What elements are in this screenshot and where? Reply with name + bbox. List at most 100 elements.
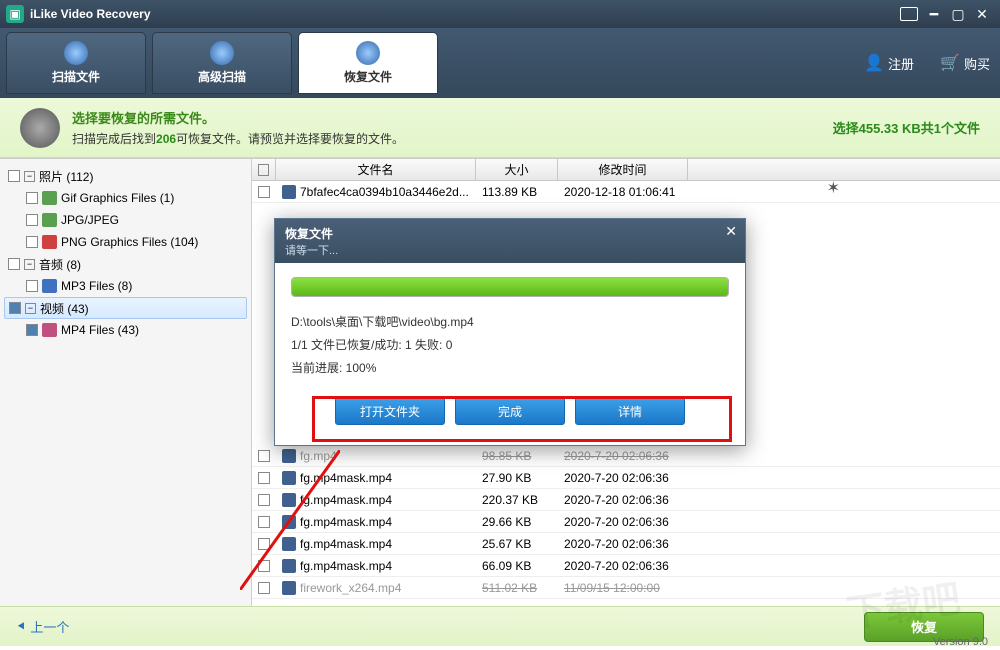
- table-row[interactable]: fg.mp498.85 KB2020-7-20 02:06:36: [252, 445, 1000, 467]
- file-icon: [282, 559, 296, 573]
- checkbox[interactable]: [8, 258, 20, 270]
- file-icon: [282, 185, 296, 199]
- recovery-progress-text: 当前进展: 100%: [291, 357, 729, 380]
- table-row[interactable]: fg.mp4mask.mp4 220.37 KB2020-7-20 02:06:3…: [252, 489, 1000, 511]
- dialog-subtitle: 请等一下...: [285, 242, 735, 258]
- checkbox[interactable]: [26, 192, 38, 204]
- info-heading: 选择要恢复的所需文件。: [72, 108, 404, 127]
- file-size: 511.02 KB: [476, 581, 558, 595]
- file-name: 7bfafec4ca0394b10a3446e2d...: [300, 185, 469, 199]
- tree-gif[interactable]: Gif Graphics Files (1): [4, 187, 247, 209]
- tree-png[interactable]: PNG Graphics Files (104): [4, 231, 247, 253]
- tab-scan-label: 扫描文件: [52, 68, 100, 85]
- file-date: 2020-7-20 02:06:36: [558, 559, 688, 573]
- checkbox[interactable]: [26, 280, 38, 292]
- tab-restore-label: 恢复文件: [344, 68, 392, 85]
- info-subtext: 扫描完成后找到206可恢复文件。请预览并选择要恢复的文件。: [72, 130, 404, 147]
- file-icon: [282, 449, 296, 463]
- tab-restore[interactable]: 恢复文件: [298, 32, 438, 94]
- collapse-icon[interactable]: −: [25, 303, 36, 314]
- table-row[interactable]: fg.mp4mask.mp4 27.90 KB2020-7-20 02:06:36: [252, 467, 1000, 489]
- checkbox[interactable]: [9, 302, 21, 314]
- file-size: 220.37 KB: [476, 493, 558, 507]
- loading-spinner-icon: ✶: [827, 178, 840, 198]
- app-title: iLike Video Recovery: [30, 7, 900, 21]
- checkbox[interactable]: [26, 214, 38, 226]
- table-row[interactable]: fg.mp4mask.mp425.67 KB2020-7-20 02:06:36: [252, 533, 1000, 555]
- file-icon: [282, 493, 296, 507]
- file-name: fg.mp4mask.mp4: [300, 493, 392, 507]
- col-size[interactable]: 大小: [476, 159, 558, 180]
- tree-mp4[interactable]: MP4 Files (43): [4, 319, 247, 341]
- tree-audio[interactable]: −音频 (8): [4, 253, 247, 275]
- file-date: 2020-7-20 02:06:36: [558, 449, 688, 463]
- tab-adv-label: 高级扫描: [198, 68, 246, 85]
- col-date[interactable]: 修改时间: [558, 159, 688, 180]
- collapse-icon[interactable]: −: [24, 259, 35, 270]
- file-date: 2020-12-18 01:06:41: [558, 185, 688, 199]
- file-date: 2020-7-20 02:06:36: [558, 493, 688, 507]
- file-name: fg.mp4mask.mp4: [300, 515, 392, 529]
- user-plus-icon: 👤: [864, 53, 884, 73]
- cart-icon: 🛒: [940, 53, 960, 73]
- file-name: firework_x264.mp4: [300, 581, 401, 595]
- menu-icon[interactable]: [900, 7, 918, 21]
- buy-link[interactable]: 🛒购买: [940, 53, 990, 73]
- collapse-icon[interactable]: −: [24, 171, 35, 182]
- checkbox[interactable]: [26, 324, 38, 336]
- row-checkbox[interactable]: [258, 538, 270, 550]
- row-checkbox[interactable]: [258, 516, 270, 528]
- table-row[interactable]: fg.mp4mask.mp466.09 KB2020-7-20 02:06:36: [252, 555, 1000, 577]
- file-icon: [282, 581, 296, 595]
- file-list-header: 文件名 大小 修改时间: [252, 159, 1000, 181]
- file-type-icon: [42, 235, 57, 249]
- tree-mp3[interactable]: MP3 Files (8): [4, 275, 247, 297]
- row-checkbox[interactable]: [258, 494, 270, 506]
- previous-button[interactable]: ⯇上一个: [16, 617, 69, 636]
- done-button[interactable]: 完成: [455, 397, 565, 425]
- tab-scan[interactable]: 扫描文件: [6, 32, 146, 94]
- file-type-icon: [42, 279, 57, 293]
- row-checkbox[interactable]: [258, 560, 270, 572]
- tree-jpg[interactable]: JPG/JPEG: [4, 209, 247, 231]
- details-button[interactable]: 详情: [575, 397, 685, 425]
- selection-summary: 选择455.33 KB共1个文件: [833, 118, 980, 137]
- file-size: 29.66 KB: [476, 515, 558, 529]
- maximize-button[interactable]: ▢: [946, 5, 970, 23]
- file-date: 11/09/15 12:00:00: [558, 581, 688, 595]
- row-checkbox[interactable]: [258, 450, 270, 462]
- table-row[interactable]: 7bfafec4ca0394b10a3446e2d... 113.89 KB202…: [252, 181, 1000, 203]
- open-folder-button[interactable]: 打开文件夹: [335, 397, 445, 425]
- minimize-button[interactable]: ━: [922, 5, 946, 23]
- file-name: fg.mp4mask.mp4: [300, 537, 392, 551]
- close-button[interactable]: ✕: [970, 5, 994, 23]
- file-name: fg.mp4mask.mp4: [300, 471, 392, 485]
- row-checkbox[interactable]: [258, 582, 270, 594]
- refresh-icon: [210, 41, 234, 65]
- table-row[interactable]: fg.mp4mask.mp429.66 KB2020-7-20 02:06:36: [252, 511, 1000, 533]
- select-all-checkbox[interactable]: [258, 164, 269, 176]
- file-date: 2020-7-20 02:06:36: [558, 537, 688, 551]
- file-size: 113.89 KB: [476, 185, 558, 199]
- dialog-close-button[interactable]: ✕: [725, 223, 737, 240]
- app-logo-icon: ▣: [6, 5, 24, 23]
- tree-video[interactable]: −视频 (43): [4, 297, 247, 319]
- dialog-title: 恢复文件: [285, 225, 735, 242]
- recovery-path: D:\tools\桌面\下载吧\video\bg.mp4: [291, 311, 729, 334]
- file-icon: [282, 471, 296, 485]
- progress-bar: [291, 277, 729, 297]
- tree-photos[interactable]: −照片 (112): [4, 165, 247, 187]
- register-link[interactable]: 👤注册: [864, 53, 914, 73]
- file-date: 2020-7-20 02:06:36: [558, 471, 688, 485]
- tab-advanced-scan[interactable]: 高级扫描: [152, 32, 292, 94]
- row-checkbox[interactable]: [258, 472, 270, 484]
- file-type-icon: [42, 213, 57, 227]
- row-checkbox[interactable]: [258, 186, 270, 198]
- file-size: 27.90 KB: [476, 471, 558, 485]
- recovery-stats: 1/1 文件已恢复/成功: 1 失败: 0: [291, 334, 729, 357]
- checkbox[interactable]: [8, 170, 20, 182]
- checkbox[interactable]: [26, 236, 38, 248]
- dialog-titlebar: 恢复文件 请等一下... ✕: [275, 219, 745, 263]
- col-filename[interactable]: 文件名: [276, 159, 476, 180]
- version-label: Version 9.0: [933, 636, 988, 648]
